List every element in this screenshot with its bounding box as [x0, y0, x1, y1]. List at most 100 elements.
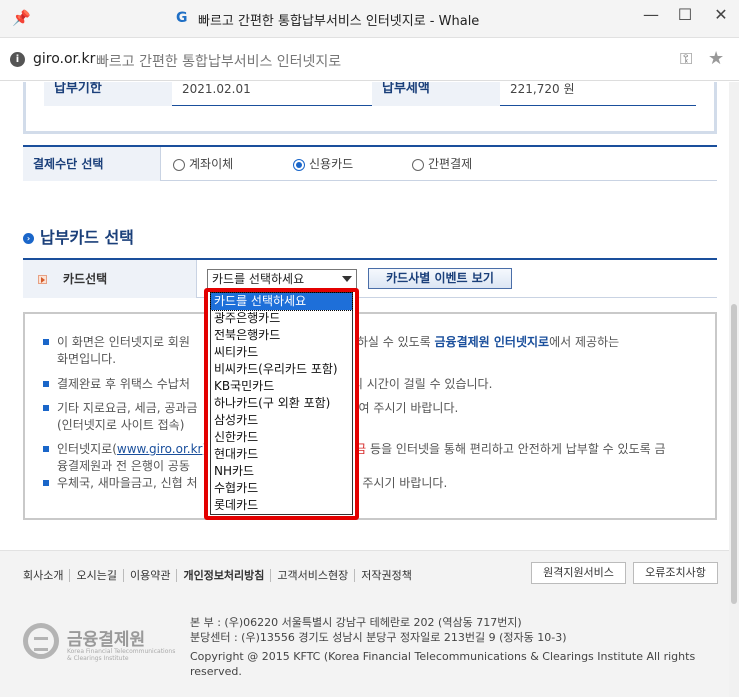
card-option[interactable]: KB국민카드 — [211, 378, 352, 395]
amount-value: 221,720 원 — [510, 82, 575, 96]
notice-item: 우체국, 새마을금고, 신협 처 여 주시기 바랍니다. — [43, 475, 703, 492]
payment-info-box: 납부기한 2021.02.01 납부세액 221,720 원 — [23, 82, 717, 134]
error-fix-button[interactable]: 오류조치사항 — [633, 562, 718, 584]
radio-label: 신용카드 — [309, 157, 354, 171]
page-content: 납부기한 2021.02.01 납부세액 221,720 원 결제수단 선택 계… — [0, 82, 739, 697]
bookmark-star-icon[interactable]: ★ — [708, 48, 724, 69]
notice-text: 기타 지로요금, 세금, 공과금 — [57, 401, 198, 415]
notice-text: 여 주시기 바랍니다. — [347, 476, 448, 490]
bullet-square-icon — [43, 405, 49, 411]
footer-nav-link[interactable]: 오시는길 — [70, 569, 124, 582]
copyright: Copyright @ 2015 KFTC (Korea Financial T… — [190, 650, 696, 678]
footer-nav-link[interactable]: 고객서비스현장 — [271, 569, 356, 582]
pin-icon[interactable]: 📌 — [12, 9, 31, 27]
notice-box: 이 화면은 인터넷지로 회원 를 이용하실 수 있도록 금융결제원 인터넷지로에서… — [23, 312, 717, 520]
payment-info-row: 납부기한 2021.02.01 납부세액 221,720 원 — [44, 82, 696, 106]
notice-text: (인터넷지로 사이트 접속) — [57, 418, 185, 432]
card-option[interactable]: 수협카드 — [211, 480, 352, 497]
card-select-label-cell: 카드선택 — [23, 260, 197, 298]
radio-circle-icon[interactable] — [173, 158, 185, 171]
due-date-value: 2021.02.01 — [182, 82, 251, 96]
radio-account-transfer[interactable]: 계좌이체 — [173, 157, 233, 173]
notice-text: 하여 주시기 바랍니다. — [347, 401, 459, 415]
kftc-logo-icon — [23, 623, 59, 659]
notice-text: 화면입니다. — [57, 352, 117, 366]
radio-credit-card[interactable]: 신용카드 — [293, 157, 353, 173]
bullet-square-icon — [43, 446, 49, 452]
address-bar[interactable]: i giro.or.kr 빠르고 간편한 통합납부서비스 인터넷지로 ⚿ ★ — [0, 39, 739, 81]
section-heading-text: 납부카드 선택 — [40, 228, 134, 247]
notice-text: 인터넷지로( — [57, 442, 117, 456]
url-domain[interactable]: giro.or.kr — [33, 51, 95, 67]
due-date-label: 납부기한 — [44, 82, 172, 106]
card-event-button[interactable]: 카드사별 이벤트 보기 — [368, 268, 512, 289]
kftc-logo: 금융결제원 Korea Financial Telecommunications… — [23, 623, 175, 663]
card-option[interactable]: 씨티카드 — [211, 344, 352, 361]
notice-text: 융결제원과 전 은행이 공동 — [57, 459, 190, 473]
card-option[interactable]: 하나카드(구 외환 포함) — [211, 395, 352, 412]
footer-address: 본 부 : (우)06220 서울특별시 강남구 테헤란로 202 (역삼동 7… — [190, 615, 567, 645]
notice-text: 리 시간이 걸릴 수 있습니다. — [351, 377, 493, 391]
card-option[interactable]: 카드를 선택하세요 — [210, 292, 353, 311]
radio-circle-icon[interactable] — [412, 158, 424, 171]
card-option[interactable]: NH카드 — [211, 463, 352, 480]
card-dropdown-list[interactable]: 카드를 선택하세요 광주은행카드 전북은행카드 씨티카드 비씨카드(우리카드 포함) KB… — [204, 288, 359, 520]
section-heading: › 납부카드 선택 — [23, 224, 134, 247]
notice-item: 인터넷지로(www.giro.or.kr)금 등을 인터넷을 통해 편리하고 안… — [43, 441, 703, 475]
radio-label: 계좌이체 — [189, 157, 234, 171]
radio-circle-checked-icon[interactable] — [293, 158, 305, 171]
card-option[interactable]: 비씨카드(우리카드 포함) — [211, 361, 352, 378]
card-select-dropdown[interactable]: 카드를 선택하세요 — [207, 269, 357, 289]
card-option[interactable]: 현대카드 — [211, 446, 352, 463]
notice-item: 이 화면은 인터넷지로 회원 를 이용하실 수 있도록 금융결제원 인터넷지로에서… — [43, 334, 703, 368]
notice-highlight: 금융결제원 인터넷지로 — [434, 335, 550, 349]
card-option[interactable]: 삼성카드 — [211, 412, 352, 429]
amount-label: 납부세액 — [372, 82, 500, 106]
maximize-button[interactable]: ☐ — [670, 4, 700, 26]
window-title: 빠르고 간편한 통합납부서비스 인터넷지로 - Whale — [198, 14, 480, 29]
site-info-icon[interactable]: i — [10, 52, 25, 67]
address-bundang: 분당센터 : (우)13556 경기도 성남시 분당구 정자일로 213번길 9… — [190, 631, 567, 644]
minimize-button[interactable]: — — [636, 4, 666, 26]
arrow-marker-icon — [38, 275, 47, 284]
notice-text: 에서 제공하는 — [549, 335, 620, 349]
card-select-value: 카드를 선택하세요 — [212, 272, 305, 286]
remote-support-button[interactable]: 원격지원서비스 — [531, 562, 626, 584]
bullet-square-icon — [43, 480, 49, 486]
notice-item: 결제완료 후 위택스 수납처 리 시간이 걸릴 수 있습니다. — [43, 376, 703, 393]
notice-text: 우체국, 새마을금고, 신협 처 — [57, 476, 198, 490]
footer-nav-link[interactable]: 개인정보처리방침 — [177, 569, 272, 582]
url-page-title[interactable]: 빠르고 간편한 통합납부서비스 인터넷지로 — [96, 51, 341, 71]
card-select-row: 카드선택 카드를 선택하세요 카드사별 이벤트 보기 — [23, 258, 717, 298]
card-options[interactable]: 카드를 선택하세요 광주은행카드 전북은행카드 씨티카드 비씨카드(우리카드 포함) KB… — [210, 292, 353, 515]
chevron-down-icon[interactable] — [342, 276, 352, 282]
close-button[interactable]: ✕ — [706, 4, 736, 26]
card-option[interactable]: 전북은행카드 — [211, 327, 352, 344]
payment-method-label: 결제수단 선택 — [23, 147, 161, 181]
notice-text: 등을 인터넷을 통해 편리하고 안전하게 납부할 수 있도록 금 — [366, 442, 666, 456]
card-option[interactable]: 광주은행카드 — [211, 310, 352, 327]
payment-method-row: 결제수단 선택 계좌이체 신용카드 간편결제 — [23, 145, 717, 181]
scrollbar-thumb[interactable] — [731, 304, 737, 604]
notice-text: 결제완료 후 위택스 수납처 — [57, 377, 190, 391]
footer-nav-link[interactable]: 이용약관 — [123, 569, 178, 582]
site-favicon-icon: G — [176, 10, 188, 26]
card-option[interactable]: 롯데카드 — [211, 497, 352, 514]
footer: 회사소개 오시는길 이용약관 개인정보처리방침 고객서비스현장 저작권정책 원격지원서비스… — [0, 550, 739, 697]
card-select-label: 카드선택 — [63, 272, 108, 286]
footer-nav: 회사소개 오시는길 이용약관 개인정보처리방침 고객서비스현장 저작권정책 — [23, 567, 418, 583]
card-option[interactable]: 신한카드 — [211, 429, 352, 446]
key-icon[interactable]: ⚿ — [680, 49, 692, 69]
bullet-square-icon — [43, 381, 49, 387]
chevron-bullet-icon: › — [23, 233, 34, 244]
logo-name: 금융결제원 — [67, 630, 146, 650]
footer-nav-link[interactable]: 저작권정책 — [355, 569, 418, 582]
footer-nav-link[interactable]: 회사소개 — [23, 569, 71, 582]
bullet-square-icon — [43, 339, 49, 345]
notice-text: 이 화면은 인터넷지로 회원 — [57, 335, 190, 349]
giro-link[interactable]: www.giro.or.kr — [117, 442, 203, 456]
page-scrollbar[interactable] — [729, 82, 739, 697]
address-hq: 본 부 : (우)06220 서울특별시 강남구 테헤란로 202 (역삼동 7… — [190, 616, 522, 629]
radio-easy-pay[interactable]: 간편결제 — [412, 157, 472, 173]
window-titlebar: 📌 G 빠르고 간편한 통합납부서비스 인터넷지로 - Whale — ☐ ✕ — [0, 0, 739, 38]
